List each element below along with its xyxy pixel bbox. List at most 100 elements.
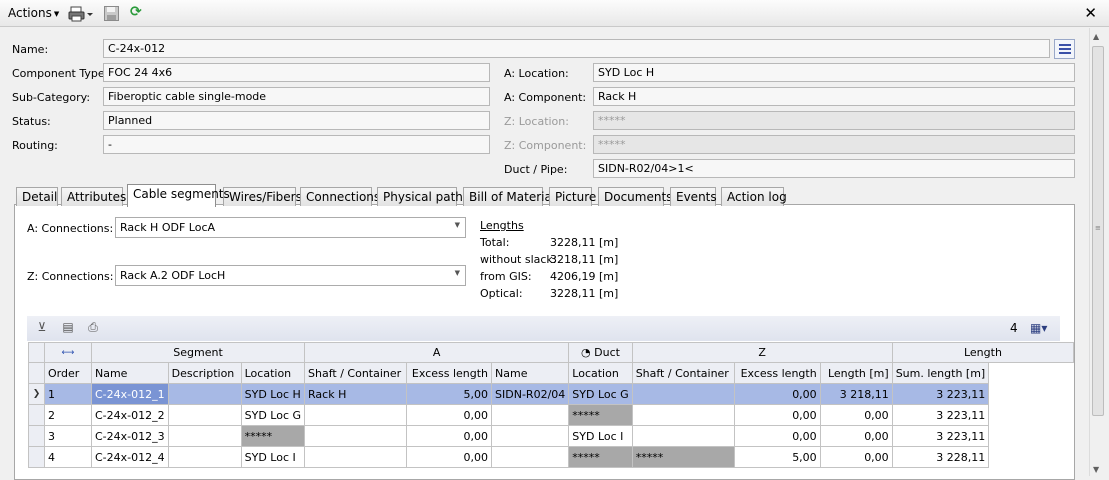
cell-a-shaft[interactable]: Rack H [304,383,408,405]
table-row[interactable]: 2 C-24x-012_2 SYD Loc G 0,00 ***** 0,00 … [28,404,1074,426]
cell-length[interactable]: 0,00 [819,425,893,447]
cell-z-shaft[interactable] [631,404,735,426]
cell-sum-length[interactable]: 3 223,11 [891,383,990,405]
column-header-a-shaft[interactable]: Shaft / Container [304,362,408,384]
filter-icon[interactable]: ⊻ [34,320,50,334]
cell-length[interactable]: 0,00 [819,404,893,426]
tab-attributes[interactable]: Attributes [61,187,126,206]
refresh-icon[interactable]: ⟳ [130,4,142,20]
cell-z-excess-length[interactable]: 0,00 [733,425,821,447]
column-header-a-excess-length[interactable]: Excess length [406,362,493,384]
cell-a-excess-length[interactable]: 0,00 [406,446,493,468]
cell-a-excess-length[interactable]: 0,00 [406,425,493,447]
column-header-z-shaft[interactable]: Shaft / Container [631,362,735,384]
cell-description[interactable] [167,383,242,405]
cell-z-shaft[interactable]: ***** [631,446,735,468]
cell-z-location[interactable]: SYD Loc I [568,425,633,447]
tab-documents[interactable]: Documents [598,187,672,206]
cell-a-excess-length[interactable]: 0,00 [406,404,493,426]
cell-sum-length[interactable]: 3 223,11 [891,404,990,426]
printer-icon[interactable]: ⎙ [85,320,101,334]
column-header-a-location[interactable]: Location [240,362,306,384]
column-header-length[interactable]: Length [m] [819,362,893,384]
tab-wires-fibers[interactable]: Wires/Fibers [223,187,302,206]
cell-order[interactable]: 3 [44,425,92,447]
duct-pipe-field[interactable]: SIDN-R02/04>1< [593,159,1075,178]
tab-cable-segments[interactable]: Cable segments [127,184,230,207]
cell-name[interactable]: C-24x-012_2 [91,404,169,426]
cell-a-location[interactable]: ***** [240,425,306,447]
sub-category-field[interactable]: Fiberoptic cable single-mode [103,87,490,106]
scroll-up-icon[interactable]: ▲ [1093,32,1099,41]
cell-duct-name[interactable] [491,404,570,426]
cell-a-location[interactable]: SYD Loc G [240,404,306,426]
tab-bill-of-material[interactable]: Bill of Material [463,187,555,206]
tab-physical-paths[interactable]: Physical paths [377,187,469,206]
cell-z-shaft[interactable] [631,383,735,405]
scrollbar-thumb[interactable]: ≡ [1092,46,1104,416]
scroll-down-icon[interactable]: ▼ [1093,465,1099,474]
cell-z-excess-length[interactable]: 0,00 [733,404,821,426]
column-header-z-excess-length[interactable]: Excess length [733,362,821,384]
z-connections-select[interactable]: Rack A.2 ODF LocH ▼ [115,265,466,286]
cell-a-shaft[interactable] [304,425,408,447]
cell-description[interactable] [167,446,242,468]
cell-duct-name[interactable]: SIDN-R02/04 [491,383,570,405]
table-row[interactable]: 3 C-24x-012_3 ***** 0,00 SYD Loc I 0,00 … [28,425,1074,447]
cell-z-location[interactable]: SYD Loc G [568,383,633,405]
tab-picture[interactable]: Picture [549,187,596,206]
print-menu-button[interactable] [68,5,94,23]
column-header-description[interactable]: Description [167,362,242,384]
cell-order[interactable]: 4 [44,446,92,468]
cell-a-location[interactable]: SYD Loc I [240,446,306,468]
cell-description[interactable] [167,425,242,447]
actions-menu-button[interactable]: Actions ▼ [8,6,59,20]
cell-z-shaft[interactable] [631,425,735,447]
table-row[interactable]: 4 C-24x-012_4 SYD Loc I 0,00 ***** *****… [28,446,1074,468]
tab-connections[interactable]: Connections [300,187,380,206]
name-field[interactable]: C-24x-012 [103,39,1050,58]
a-connections-select[interactable]: Rack H ODF LocA ▼ [115,217,466,238]
cell-z-location[interactable]: ***** [568,446,633,468]
cell-length[interactable]: 0,00 [819,446,893,468]
column-header-duct-name[interactable]: Name [491,362,570,384]
column-header-order[interactable]: Order [44,362,92,384]
cell-duct-name[interactable] [491,446,570,468]
component-type-field[interactable]: FOC 24 4x6 [103,63,490,82]
table-row[interactable]: ❯ 1 C-24x-012_1 SYD Loc H Rack H 5,00 SI… [28,383,1074,405]
column-width-icon[interactable]: ▤ [60,320,76,334]
a-connections-value: Rack H ODF LocA [120,221,216,234]
a-component-field[interactable]: Rack H [593,87,1075,106]
tab-events[interactable]: Events [670,187,717,206]
cell-a-excess-length[interactable]: 5,00 [406,383,493,405]
vertical-scrollbar[interactable]: ▲ ≡ ▼ [1089,28,1105,476]
cell-name[interactable]: C-24x-012_4 [91,446,169,468]
tab-detail[interactable]: Detail [16,187,58,206]
tab-action-log[interactable]: Action log [721,187,787,206]
column-chooser-icon[interactable]: ▦▾ [1030,321,1047,335]
cell-name[interactable]: C-24x-012_1 [91,383,169,405]
cell-z-excess-length[interactable]: 0,00 [733,383,821,405]
a-location-field[interactable]: SYD Loc H [593,63,1075,82]
cell-order[interactable]: 1 [44,383,92,405]
close-icon[interactable]: ✕ [1084,4,1097,22]
cell-z-excess-length[interactable]: 5,00 [733,446,821,468]
save-button[interactable] [104,6,119,24]
cell-duct-name[interactable] [491,425,570,447]
cell-description[interactable] [167,404,242,426]
cell-order[interactable]: 2 [44,404,92,426]
name-menu-button[interactable] [1054,39,1075,59]
status-field[interactable]: Planned [103,111,490,130]
cell-z-location[interactable]: ***** [568,404,633,426]
cell-sum-length[interactable]: 3 223,11 [891,425,990,447]
column-header-z-location[interactable]: Location [568,362,633,384]
routing-field[interactable]: - [103,135,490,154]
cell-length[interactable]: 3 218,11 [819,383,893,405]
column-header-sum-length[interactable]: Sum. length [m] [891,362,990,384]
column-header-name[interactable]: Name [91,362,169,384]
cell-name[interactable]: C-24x-012_3 [91,425,169,447]
cell-sum-length[interactable]: 3 228,11 [891,446,990,468]
cell-a-shaft[interactable] [304,404,408,426]
cell-a-shaft[interactable] [304,446,408,468]
cell-a-location[interactable]: SYD Loc H [240,383,306,405]
